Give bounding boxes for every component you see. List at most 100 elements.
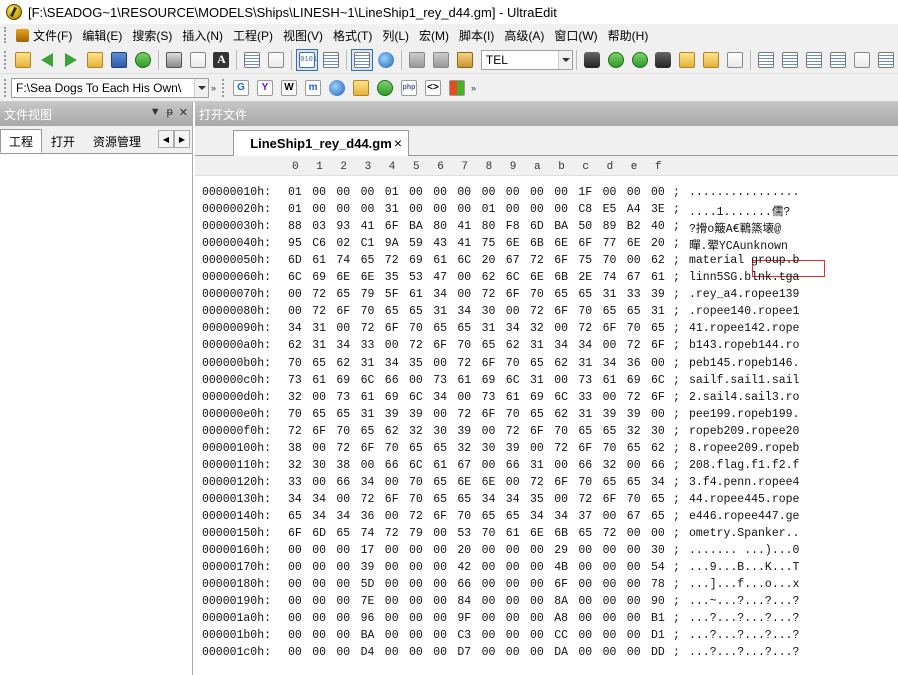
hex-byte[interactable]: 00	[603, 391, 617, 404]
hex-byte[interactable]: 00	[433, 203, 447, 216]
hex-byte[interactable]: F8	[506, 220, 520, 233]
hex-row-ascii[interactable]: ...?...?...?...?	[689, 612, 799, 625]
hex-byte[interactable]: C1	[361, 237, 375, 250]
hex-byte[interactable]: 00	[603, 510, 617, 523]
menu-script[interactable]: 脚本(I)	[455, 25, 500, 45]
hex-row-ascii[interactable]: .rey_a4.ropee139	[689, 288, 799, 301]
hex-byte[interactable]: 00	[288, 646, 302, 656]
hex-byte[interactable]: 34	[578, 339, 592, 352]
hex-byte[interactable]: 00	[409, 186, 423, 199]
hex-byte[interactable]: 65	[530, 408, 544, 421]
browser-view-button[interactable]	[375, 49, 397, 71]
hex-byte[interactable]: 32	[530, 322, 544, 335]
hex-byte[interactable]: 00	[603, 612, 617, 625]
hex-byte[interactable]: 39	[603, 408, 617, 421]
hex-byte[interactable]: 39	[457, 425, 471, 438]
path-select[interactable]: F:\Sea Dogs To Each His Own\	[11, 77, 209, 98]
hex-byte[interactable]: 6D	[530, 220, 544, 233]
hex-byte[interactable]: B2	[627, 220, 641, 233]
hex-byte[interactable]: 38	[288, 442, 302, 455]
hex-byte[interactable]: 30	[651, 425, 665, 438]
hex-byte[interactable]: 00	[312, 203, 326, 216]
hex-byte[interactable]: 7E	[361, 595, 375, 608]
hex-byte[interactable]: 6B	[530, 237, 544, 250]
menu-advanced[interactable]: 高级(A)	[500, 25, 550, 45]
hex-byte[interactable]: 00	[336, 646, 350, 656]
hex-byte[interactable]: 61	[433, 254, 447, 267]
hex-byte[interactable]: 34	[506, 493, 520, 506]
hex-byte[interactable]: 00	[288, 595, 302, 608]
hex-byte[interactable]: 6C	[651, 374, 665, 387]
hex-byte[interactable]: 43	[433, 237, 447, 250]
hex-byte[interactable]: 72	[385, 254, 399, 267]
hex-byte[interactable]: 69	[627, 374, 641, 387]
hex-byte[interactable]: 65	[361, 425, 375, 438]
hex-byte[interactable]: 32	[457, 442, 471, 455]
find-next-button[interactable]	[629, 49, 651, 71]
hex-byte[interactable]: 6F	[603, 493, 617, 506]
hex-byte[interactable]: 32	[288, 391, 302, 404]
hex-byte[interactable]: 65	[578, 527, 592, 540]
hex-byte[interactable]: 66	[385, 374, 399, 387]
hex-byte[interactable]: BA	[361, 629, 375, 642]
hex-byte[interactable]: 61	[361, 391, 375, 404]
menubar-grip-handle[interactable]	[4, 27, 10, 43]
hex-byte[interactable]: 00	[506, 203, 520, 216]
hex-byte[interactable]: 34	[651, 476, 665, 489]
javascript-search-button[interactable]	[350, 77, 372, 99]
hex-byte[interactable]: 6C	[288, 271, 302, 284]
hex-byte[interactable]: 39	[361, 561, 375, 574]
hex-byte[interactable]: 6C	[361, 374, 375, 387]
hex-byte[interactable]: 70	[385, 442, 399, 455]
hex-byte[interactable]: 75	[578, 254, 592, 267]
save-button[interactable]	[108, 49, 130, 71]
hex-byte[interactable]: 8A	[554, 595, 568, 608]
hex-byte[interactable]: 61	[506, 391, 520, 404]
hex-byte[interactable]: E5	[603, 203, 617, 216]
hex-byte[interactable]: 96	[361, 612, 375, 625]
hex-byte[interactable]: 69	[336, 374, 350, 387]
hex-byte[interactable]: 34	[603, 357, 617, 370]
hex-byte[interactable]: 41	[457, 220, 471, 233]
hex-byte[interactable]: 70	[336, 425, 350, 438]
hex-byte[interactable]: 65	[603, 425, 617, 438]
hex-byte[interactable]: 00	[457, 203, 471, 216]
hex-byte[interactable]: 66	[578, 459, 592, 472]
hex-byte[interactable]: 00	[482, 459, 496, 472]
hex-row-ascii[interactable]: .ropee140.ropee1	[689, 305, 799, 318]
hex-byte[interactable]: 37	[578, 510, 592, 523]
hex-byte[interactable]: 00	[627, 578, 641, 591]
hex-row-ascii[interactable]: sailf.sail1.sail	[689, 374, 799, 387]
hex-byte[interactable]: 00	[312, 544, 326, 557]
hex-byte[interactable]: 65	[336, 408, 350, 421]
hex-byte[interactable]: 9A	[385, 237, 399, 250]
hex-byte[interactable]: 6F	[530, 425, 544, 438]
hex-byte[interactable]: 73	[578, 374, 592, 387]
hex-row-ascii[interactable]: 2.sail4.sail3.ro	[689, 391, 799, 404]
hex-byte[interactable]: 00	[312, 561, 326, 574]
hex-byte[interactable]: 00	[554, 459, 568, 472]
hex-byte[interactable]: 65	[433, 493, 447, 506]
hex-byte[interactable]: 39	[409, 408, 423, 421]
hex-row-ascii[interactable]: 3.f4.penn.ropee4	[689, 476, 799, 489]
hex-byte[interactable]: 74	[603, 271, 617, 284]
hex-row-ascii[interactable]: ................	[689, 186, 799, 199]
toolbar-grip-handle[interactable]	[4, 78, 8, 97]
php-search-button[interactable]: php	[398, 77, 420, 99]
hex-byte[interactable]: 66	[506, 459, 520, 472]
hex-byte[interactable]: 31	[578, 408, 592, 421]
hex-byte[interactable]: 00	[288, 629, 302, 642]
hex-byte[interactable]: 65	[409, 442, 423, 455]
hex-byte[interactable]: 72	[578, 493, 592, 506]
hex-byte[interactable]: 5F	[385, 288, 399, 301]
hex-byte[interactable]: 00	[312, 442, 326, 455]
forward-button[interactable]	[60, 49, 82, 71]
hex-byte[interactable]: 00	[288, 612, 302, 625]
hex-byte[interactable]: 62	[554, 357, 568, 370]
hex-byte[interactable]: D7	[457, 646, 471, 656]
hex-byte[interactable]: 72	[385, 527, 399, 540]
hex-byte[interactable]: 34	[506, 322, 520, 335]
hex-byte[interactable]: 31	[433, 305, 447, 318]
hex-byte[interactable]: 00	[385, 629, 399, 642]
hex-byte[interactable]: 00	[651, 527, 665, 540]
